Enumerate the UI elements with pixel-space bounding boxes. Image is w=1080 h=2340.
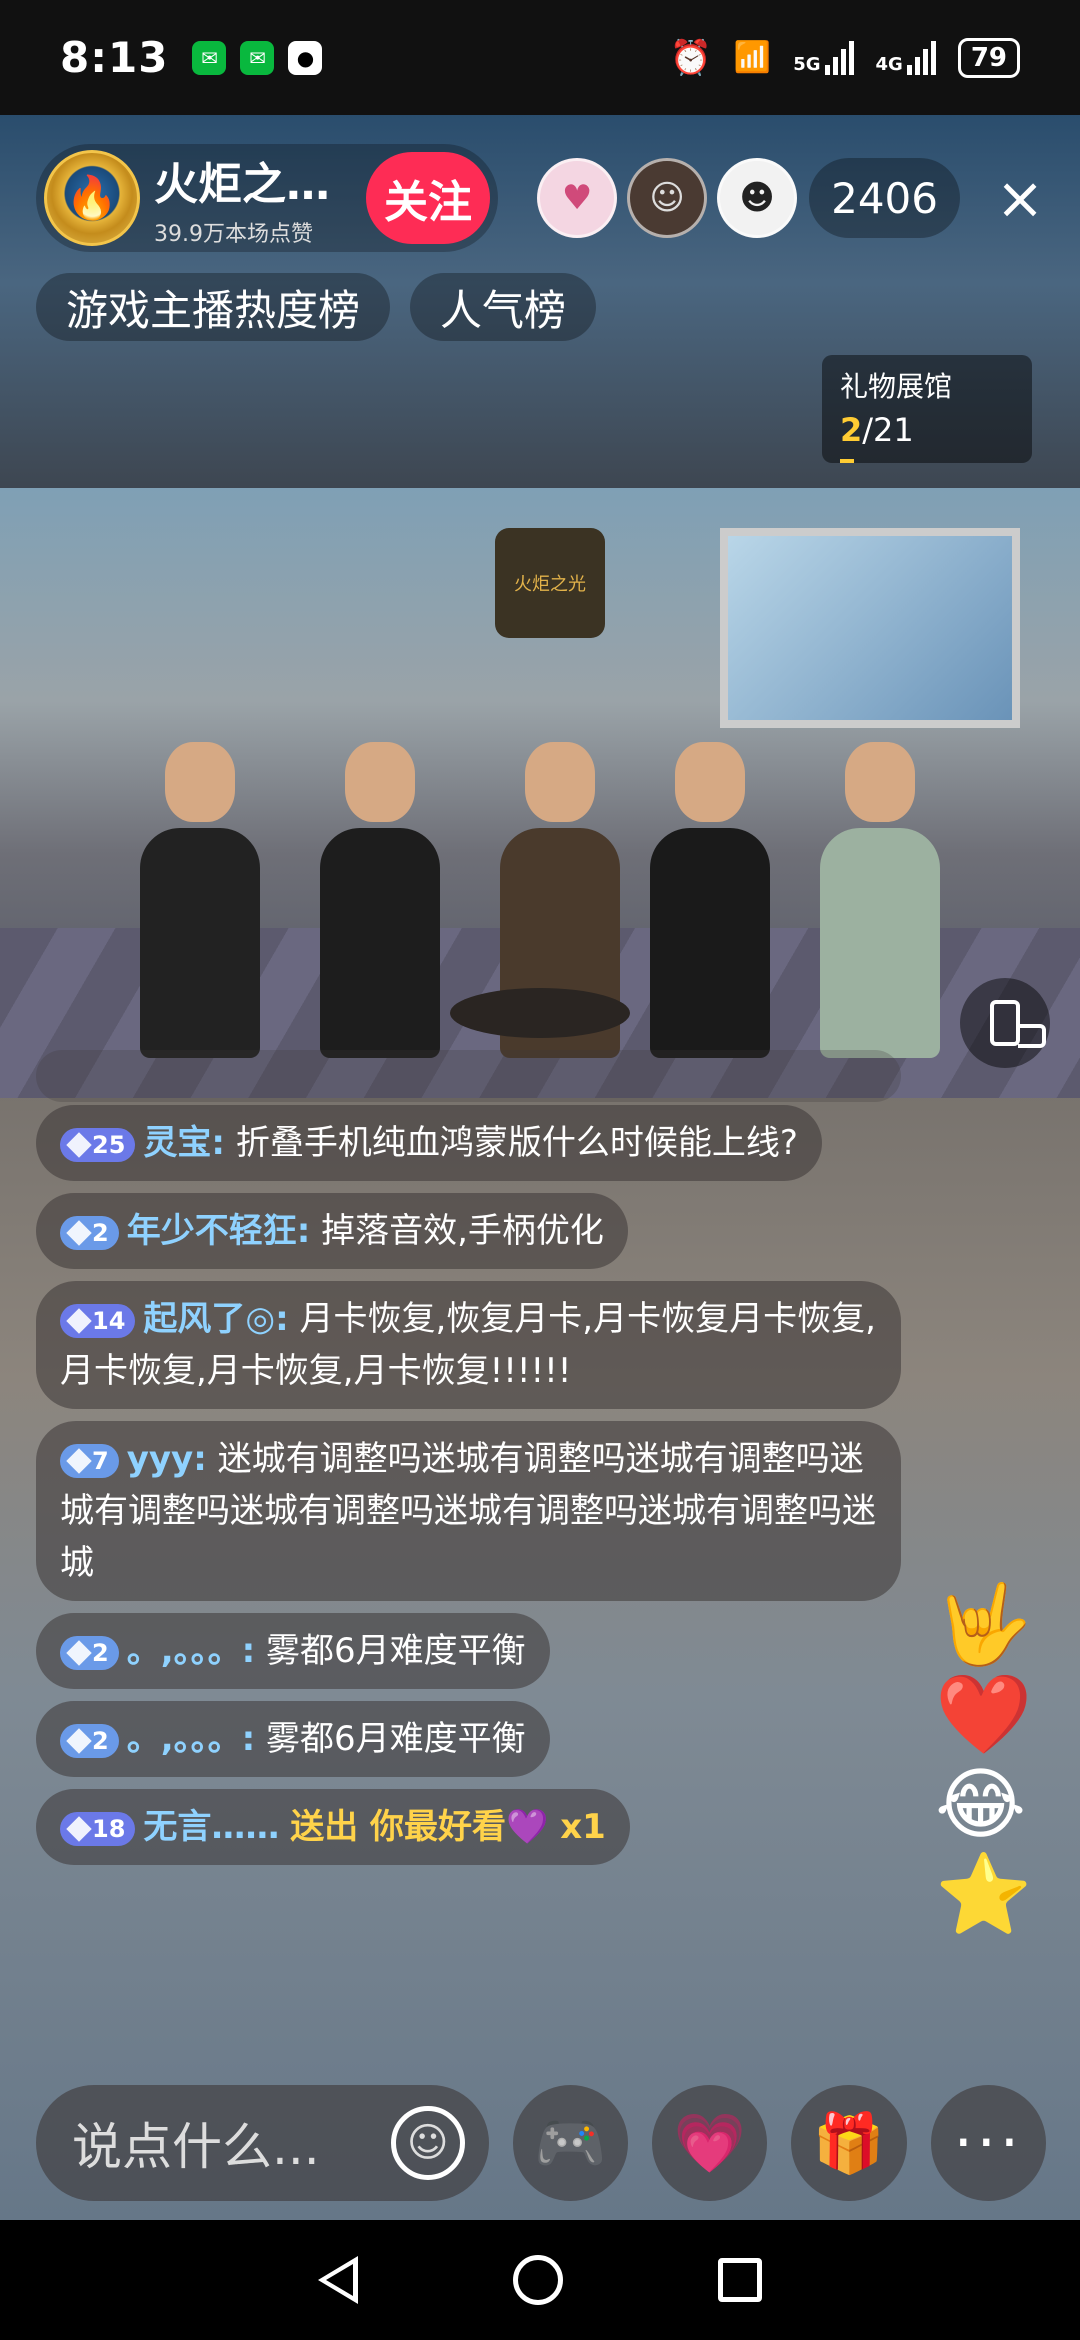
gamepad-icon: 🎮 <box>534 2108 607 2177</box>
gift-hall-indicator <box>840 459 854 463</box>
gift-icon: 🎁 <box>812 2108 886 2177</box>
rank-row: 游戏主播热度榜 人气榜 <box>36 273 597 341</box>
chat-text: 折叠手机纯血鸿蒙版什么时候能上线? <box>235 1123 798 1163</box>
more-button[interactable]: ··· <box>930 2085 1047 2201</box>
level-badge: 2 <box>60 1635 119 1670</box>
gift-hall-label: 礼物展馆 <box>840 370 953 403</box>
comment-input[interactable]: 说点什么... ☺ <box>36 2085 489 2201</box>
chat-username[interactable]: 无言…… <box>143 1807 279 1847</box>
host-name[interactable]: 火炬之… <box>154 148 354 212</box>
popular-rank-button[interactable]: 人气榜 <box>410 273 597 341</box>
stage-table <box>450 988 630 1038</box>
chat-message[interactable]: 2。,。。。: 雾都6月难度平衡 <box>36 1701 550 1777</box>
battery-indicator: 79 <box>957 37 1020 78</box>
host-avatar[interactable]: 🔥 <box>44 150 140 246</box>
more-icon: ··· <box>953 2108 1023 2178</box>
wechat-icon: ✉ <box>240 40 275 75</box>
rotate-screen-button[interactable] <box>960 978 1050 1068</box>
status-time: 8:13 <box>60 33 169 82</box>
level-badge: 25 <box>60 1127 136 1162</box>
game-rank-button[interactable]: 游戏主播热度榜 <box>36 273 391 341</box>
chat-message[interactable]: 2。,。。。: 雾都6月难度平衡 <box>36 1613 550 1689</box>
home-icon[interactable] <box>512 2255 563 2305</box>
chat-username[interactable]: 灵宝: <box>143 1123 225 1163</box>
follow-button[interactable]: 关注 <box>366 152 490 244</box>
chat-text: 雾都6月难度平衡 <box>266 1719 526 1759</box>
chat-text: 掉落音效,手柄优化 <box>321 1211 604 1251</box>
heart-button[interactable]: 💗 <box>652 2085 768 2201</box>
level-badge: 18 <box>60 1811 136 1846</box>
signal-5g: 5G <box>793 40 854 75</box>
chat-username[interactable]: yyy: <box>127 1439 207 1479</box>
chat-username[interactable]: 起风了◎: <box>143 1299 288 1339</box>
person <box>650 742 770 1058</box>
status-bar: 8:13 ✉ ✉ ● ⏰ 📶 5G 4G 79 <box>0 0 1080 115</box>
chat-message[interactable]: 25 灵宝: 折叠手机纯血鸿蒙版什么时候能上线? <box>36 1105 822 1181</box>
wechat-icon: ✉ <box>192 40 227 75</box>
viewer-count[interactable]: 2406 <box>809 158 960 238</box>
chat-message[interactable]: 14 起风了◎: 月卡恢复,恢复月卡,月卡恢复月卡恢复,月卡恢复,月卡恢复,月卡恢… <box>36 1281 901 1409</box>
chat-username[interactable]: 年少不轻狂: <box>127 1211 311 1251</box>
stage-screen <box>720 528 1020 728</box>
gift-hall-progress: 2/21 <box>840 411 914 449</box>
gift-message[interactable]: 18 无言…… 送出 你最好看💜 x1 <box>36 1789 630 1865</box>
chat-message[interactable]: 2 年少不轻狂: 掉落音效,手柄优化 <box>36 1193 628 1269</box>
gift-text: 送出 你最好看💜 x1 <box>290 1807 606 1847</box>
bottom-action-bar: 说点什么... ☺ 🎮 💗 🎁 ··· <box>36 2085 1047 2201</box>
person <box>140 742 260 1058</box>
comment-placeholder: 说点什么... <box>72 2118 320 2176</box>
viewer-avatar[interactable]: ☺ <box>627 158 708 238</box>
live-video[interactable]: 火炬之光 <box>0 488 1080 1098</box>
person <box>320 742 440 1058</box>
chat-username[interactable]: 。,。。。: <box>127 1631 256 1671</box>
floating-like-animation: 🤟 ❤️ 😂 ⭐ <box>935 1580 1033 1940</box>
recents-icon[interactable] <box>718 2258 763 2302</box>
heart-planet-icon: 💗 <box>673 2108 746 2177</box>
stage-logo: 火炬之光 <box>495 528 605 638</box>
wifi-icon: 📶 <box>733 40 772 75</box>
level-badge: 2 <box>60 1723 119 1758</box>
host-card[interactable]: 🔥 火炬之… 39.9万本场点赞 关注 <box>36 144 498 252</box>
close-icon[interactable]: × <box>990 164 1050 232</box>
notification-icons: ✉ ✉ ● <box>192 40 323 75</box>
viewer-avatar[interactable]: ♥ <box>537 158 618 238</box>
rotate-icon <box>990 1000 1046 1048</box>
system-nav-bar <box>0 2220 1080 2340</box>
chat-faded-message <box>36 1050 901 1102</box>
qq-icon: ● <box>288 40 323 75</box>
chat-list[interactable]: 25 灵宝: 折叠手机纯血鸿蒙版什么时候能上线? 2 年少不轻狂: 掉落音效,手柄优… <box>36 1105 936 1877</box>
level-badge: 7 <box>60 1443 119 1478</box>
game-button[interactable]: 🎮 <box>512 2085 629 2201</box>
level-badge: 14 <box>60 1303 136 1338</box>
viewer-list[interactable]: ♥ ☺ ☻ 2406 <box>527 158 960 238</box>
back-icon[interactable] <box>317 2256 358 2304</box>
viewer-avatar[interactable]: ☻ <box>717 158 798 238</box>
gift-hall-card[interactable]: 礼物展馆 2/21 <box>822 355 1032 463</box>
host-likes: 39.9万本场点赞 <box>154 222 313 247</box>
alarm-icon: ⏰ <box>669 37 712 78</box>
live-header: 🔥 火炬之… 39.9万本场点赞 关注 ♥ ☺ ☻ 2406 × <box>36 143 1050 253</box>
level-badge: 2 <box>60 1215 119 1250</box>
chat-message[interactable]: 7 yyy: 迷城有调整吗迷城有调整吗迷城有调整吗迷城有调整吗迷城有调整吗迷城有调… <box>36 1421 901 1601</box>
chat-text: 雾都6月难度平衡 <box>266 1631 526 1671</box>
gift-button[interactable]: 🎁 <box>791 2085 907 2201</box>
chat-username[interactable]: 。,。。。: <box>127 1719 256 1759</box>
smile-icon[interactable]: ☺ <box>390 2106 465 2180</box>
signal-4g: 4G <box>876 40 936 75</box>
person <box>820 742 940 1058</box>
